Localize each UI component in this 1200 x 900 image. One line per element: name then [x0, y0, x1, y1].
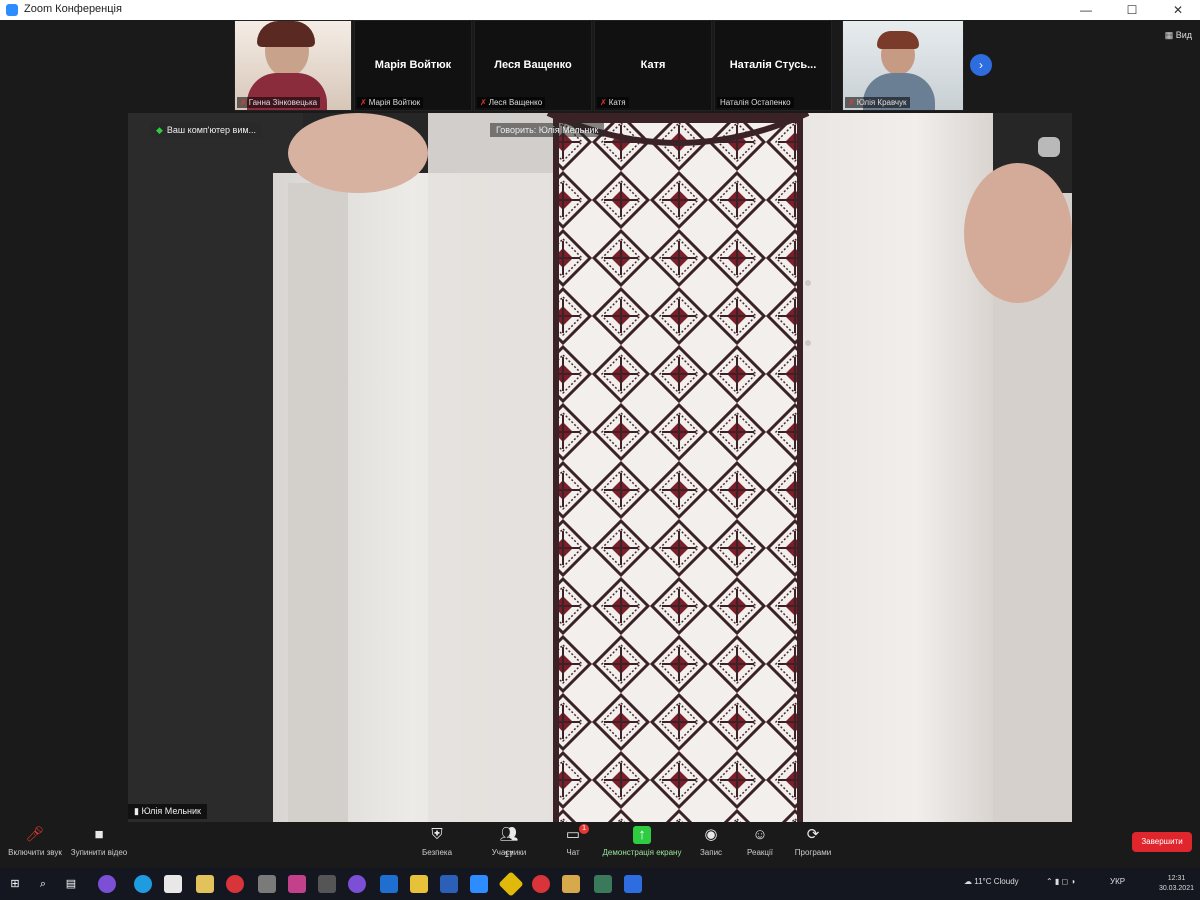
zoom-icon[interactable] [470, 875, 488, 893]
muted-mic-icon: ✗ [360, 98, 367, 107]
date: 30.03.2021 [1158, 885, 1194, 892]
apps-label: Програми [794, 848, 832, 857]
mail-icon[interactable] [380, 875, 398, 893]
pin-icon[interactable] [594, 875, 612, 893]
main-video: ◆ Ваш комп'ютер вим... Говорить: Юлія Мел… [128, 113, 1072, 822]
participants-icon: 👥︎17 [499, 826, 519, 859]
clock[interactable]: 12:31 30.03.2021 [1159, 874, 1194, 894]
shield-icon[interactable] [562, 875, 580, 893]
time: 12:31 [1167, 875, 1186, 882]
reactions-icon: ☺ [752, 826, 768, 843]
participant-name: ✗ Ганна Зінковецька [237, 97, 321, 108]
title-bar: Zoom Конференція — ☐ ✕ [0, 0, 1200, 20]
record-icon: ◉ [704, 826, 718, 843]
weather-widget[interactable]: ☁ 11°C Cloudy [964, 877, 1019, 886]
apps-button[interactable]: ⟳ Програми [790, 826, 836, 857]
view-label: Вид [1175, 30, 1192, 40]
participant-name: Наталія Остапенко [717, 97, 794, 108]
participant-tile[interactable]: Катя ✗ Катя [594, 20, 712, 111]
window-title: Zoom Конференція [24, 3, 122, 15]
security-button[interactable]: ⛨ Безпека [412, 826, 462, 857]
participant-hair [257, 21, 315, 47]
participant-name: ✗ Марія Войтюк [357, 97, 424, 108]
language-indicator[interactable]: УКР [1110, 877, 1125, 886]
minimize-button[interactable]: — [1064, 0, 1108, 20]
security-label: Безпека [421, 848, 453, 857]
maximize-button[interactable]: ☐ [1110, 0, 1154, 20]
tray-icons[interactable]: ⌃ ▮ ◻ ◑ [1046, 877, 1075, 886]
participant-big-name: Марія Войтюк [374, 59, 452, 71]
record-button[interactable]: ◉ Запис [694, 826, 728, 857]
muted-mic-icon: ✗ [600, 98, 607, 107]
participant-tile[interactable]: Леся Ващенко ✗ Леся Ващенко [474, 20, 592, 111]
chat-icon: ▭ 1 [563, 824, 589, 844]
participant-name: ✗ Катя [597, 97, 629, 108]
active-speaker-label: Говорить: Юлія Мельник [490, 123, 605, 137]
stop-video-button[interactable]: ■ Зупинити відео [66, 826, 132, 857]
participants-label: Учасники [491, 848, 527, 857]
chat-label: Чат [566, 848, 580, 857]
share-screen-label: Демонстрація екрану [602, 848, 682, 857]
stop-video-label: Зупинити відео [70, 848, 128, 857]
record-label: Запис [699, 848, 723, 857]
muted-mic-icon: ✗ [480, 98, 487, 107]
opera2-icon[interactable] [532, 875, 550, 893]
edge-icon[interactable] [134, 875, 152, 893]
office-icon[interactable] [288, 875, 306, 893]
participant-big-name: Наталія Стусь... [729, 59, 817, 71]
settings-icon[interactable] [318, 875, 336, 893]
participants-button[interactable]: 👥︎17 Учасники [484, 826, 534, 859]
unmute-label: Включити звук [8, 848, 62, 857]
app-icon[interactable] [624, 875, 642, 893]
security-shield-icon: ⛨ [431, 826, 443, 843]
share-screen-icon: ↑ [633, 826, 651, 844]
windows-taskbar: ⊞ ⌕ ▤ ☁ 11°C Cloudy ⌃ ▮ ◻ ◑ УКР 12:31 30… [0, 868, 1200, 900]
muted-mic-icon: ✗ [848, 98, 855, 107]
tools-icon[interactable] [258, 875, 276, 893]
opera-icon[interactable] [226, 875, 244, 893]
taskview-icon[interactable]: ▤ [62, 875, 80, 893]
word-icon[interactable] [440, 875, 458, 893]
participant-name: ✗ Юлія Кравчук [845, 97, 910, 108]
close-button[interactable]: ✕ [1156, 0, 1200, 20]
unmute-button[interactable]: 🎤︎ Включити звук [4, 826, 66, 857]
meeting-toolbar: 🎤︎ Включити звук ■ Зупинити відео ⛨ Безп… [0, 822, 1200, 868]
participant-tile[interactable]: ✗ Ганна Зінковецька [234, 20, 352, 111]
chevron-right-icon: › [979, 58, 983, 72]
share-screen-button[interactable]: ↑ Демонстрація екрану [600, 826, 684, 857]
reactions-label: Реакції [747, 848, 773, 857]
windows-icon[interactable]: ⊞ [6, 875, 24, 893]
participant-tile[interactable]: ✗ Юлія Кравчук [842, 20, 964, 111]
next-page-button[interactable]: › [970, 54, 992, 76]
binance-icon[interactable] [498, 871, 524, 897]
main-video-name: ▮ Юлія Мельник [128, 804, 207, 819]
shield-icon: ◆ [156, 125, 163, 135]
participant-name: ✗ Леся Ващенко [477, 97, 546, 108]
chat-button[interactable]: ▭ 1 Чат [560, 824, 589, 857]
participant-tile[interactable]: Марія Войтюк ✗ Марія Войтюк [354, 20, 472, 111]
muted-mic-icon: ✗ [240, 98, 247, 107]
security-status-label: ◆ Ваш комп'ютер вим... [150, 123, 263, 138]
zoom-icon [6, 4, 18, 16]
participant-tile[interactable]: Наталія Стусь... Наталія Остапенко [714, 20, 832, 111]
store-icon[interactable] [164, 875, 182, 893]
notes-icon[interactable] [196, 875, 214, 893]
view-button[interactable]: ▦ Вид [1165, 30, 1192, 41]
chat-badge: 1 [579, 824, 589, 834]
apps-icon: ⟳ [806, 826, 820, 843]
shared-video-frame [128, 113, 1072, 822]
mic-off-icon: 🎤︎ [25, 826, 45, 843]
participant-big-name: Катя [640, 59, 666, 71]
participant-hair [877, 31, 919, 49]
end-meeting-button[interactable]: Завершити [1132, 832, 1192, 852]
reactions-button[interactable]: ☺ Реакції [742, 826, 778, 857]
viber2-icon[interactable] [348, 875, 366, 893]
participant-big-name: Леся Ващенко [494, 59, 572, 71]
video-camera-icon: ■ [94, 826, 104, 843]
viber-icon[interactable] [98, 875, 116, 893]
files-icon[interactable] [410, 875, 428, 893]
search-icon[interactable]: ⌕ [34, 875, 52, 893]
